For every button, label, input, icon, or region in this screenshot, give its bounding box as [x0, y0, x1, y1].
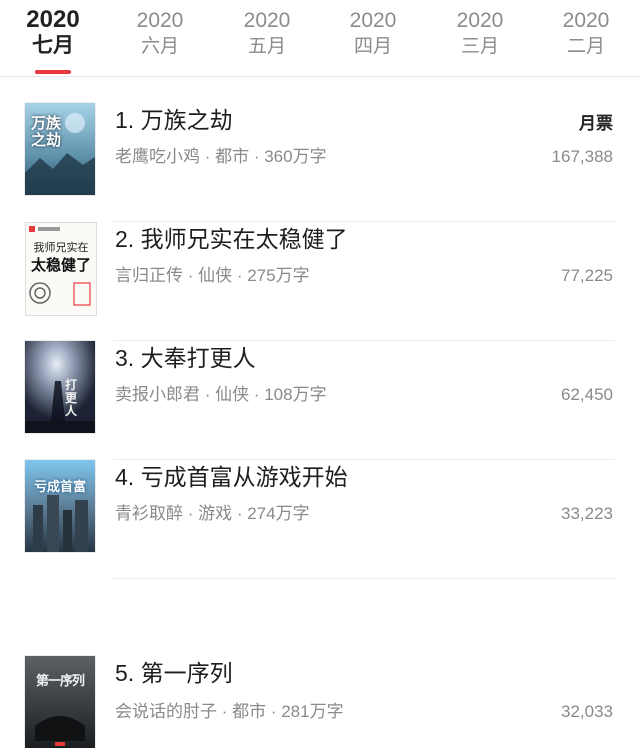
- book-row[interactable]: 打更人 3. 大奉打更人 卖报小郎君 · 仙侠 · 108万字 62,450: [0, 341, 640, 460]
- month-tabs: 2020 七月 2020 六月 2020 五月 2020 四月 2020 三月 …: [0, 0, 640, 77]
- tab-year: 2020: [562, 9, 610, 32]
- cover-title-line2: 太稳健了: [30, 257, 91, 274]
- book-cover[interactable]: 我师兄实在 太稳健了: [25, 222, 97, 316]
- book-meta: 青衫取醉 · 游戏 · 274万字: [115, 504, 310, 523]
- tab-month: 六月: [140, 36, 179, 57]
- active-tab-indicator: [35, 70, 71, 74]
- monthly-ticket-count: 77,225: [561, 266, 613, 285]
- tab-month: 五月: [247, 36, 286, 57]
- book-row[interactable]: 亏成首富 4. 亏成首富从游戏开始 青衫取醉 · 游戏 · 274万字 33,2…: [0, 460, 640, 579]
- book-meta: 卖报小郎君 · 仙侠 · 108万字: [115, 385, 327, 404]
- book-cover[interactable]: 万族之劫: [25, 103, 95, 195]
- book-row[interactable]: 我师兄实在 太稳健了 2. 我师兄实在太稳健了 言归正传 · 仙侠 · 275万…: [0, 222, 640, 341]
- cover-title-text: 亏成首富: [33, 479, 86, 494]
- tab-month: 三月: [460, 36, 499, 57]
- tab-2020-may[interactable]: 2020 五月: [222, 8, 312, 59]
- tab-year: 2020: [456, 9, 504, 32]
- tab-2020-april[interactable]: 2020 四月: [328, 8, 418, 59]
- tab-month: 七月: [32, 34, 74, 57]
- book-cover[interactable]: 亏成首富: [25, 460, 95, 552]
- cover-art-icon: [25, 341, 95, 433]
- cover-title-text: 打更人: [65, 378, 78, 418]
- tab-year: 2020: [349, 9, 397, 32]
- book-row[interactable]: 万族之劫 1. 万族之劫 老鹰吃小鸡 · 都市 · 360万字 月票 167,3…: [0, 103, 640, 222]
- book-meta: 言归正传 · 仙侠 · 275万字: [115, 266, 310, 285]
- book-title[interactable]: 4. 亏成首富从游戏开始: [115, 462, 348, 492]
- book-cover[interactable]: 第一序列: [25, 656, 95, 748]
- tab-month: 二月: [566, 36, 605, 57]
- book-meta: 老鹰吃小鸡 · 都市 · 360万字: [115, 147, 327, 166]
- tab-year: 2020: [243, 9, 291, 32]
- tab-month: 四月: [353, 36, 392, 57]
- cover-title-line1: 我师兄实在: [33, 241, 89, 254]
- tab-2020-march[interactable]: 2020 三月: [435, 8, 525, 59]
- monthly-ticket-count: 167,388: [551, 147, 613, 166]
- monthly-ticket-count: 62,450: [561, 385, 613, 404]
- book-cover[interactable]: 打更人: [25, 341, 95, 433]
- tab-2020-february[interactable]: 2020 二月: [541, 8, 631, 59]
- monthly-ticket-label: 月票: [579, 114, 613, 133]
- tab-year: 2020: [26, 6, 80, 33]
- monthly-ticket-count: 32,033: [561, 702, 613, 721]
- monthly-ticket-count: 33,223: [561, 504, 613, 523]
- tab-year: 2020: [136, 9, 184, 32]
- tab-2020-july[interactable]: 2020 七月: [8, 6, 98, 74]
- book-title[interactable]: 1. 万族之劫: [115, 105, 233, 135]
- book-title[interactable]: 3. 大奉打更人: [115, 343, 256, 373]
- book-meta: 会说话的肘子 · 都市 · 281万字: [115, 702, 344, 721]
- cover-title-text: 第一序列: [35, 673, 85, 688]
- tab-2020-june[interactable]: 2020 六月: [115, 8, 205, 59]
- book-row[interactable]: 第一序列 5. 第一序列 会说话的肘子 · 都市 · 281万字 32,033: [0, 579, 640, 748]
- cover-art-icon: [25, 460, 95, 552]
- book-title[interactable]: 2. 我师兄实在太稳健了: [115, 224, 348, 254]
- cover-title-text: 万族之劫: [31, 114, 62, 149]
